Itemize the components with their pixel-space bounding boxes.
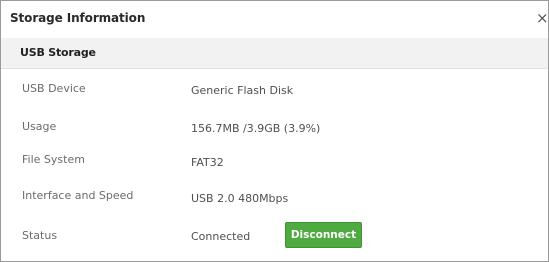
status-value: Connected [191,230,251,243]
status-label: Status [22,229,58,242]
section-header: USB Storage [1,38,548,69]
section-title: USB Storage [20,46,96,59]
dialog-title: Storage Information [10,11,146,25]
file-system-label: File System [22,153,85,166]
close-icon[interactable]: × [536,10,549,26]
interface-speed-value: USB 2.0 480Mbps [191,192,289,205]
usage-label: Usage [22,120,57,133]
storage-information-dialog: Storage Information × USB Storage USB De… [0,0,549,262]
file-system-value: FAT32 [191,156,224,169]
usb-device-value: Generic Flash Disk [191,84,294,97]
disconnect-button[interactable]: Disconnect [285,222,362,248]
usage-value: 156.7MB /3.9GB (3.9%) [191,122,321,135]
interface-speed-label: Interface and Speed [22,189,134,202]
dialog-header: Storage Information × [1,1,549,39]
usb-device-label: USB Device [22,82,86,95]
